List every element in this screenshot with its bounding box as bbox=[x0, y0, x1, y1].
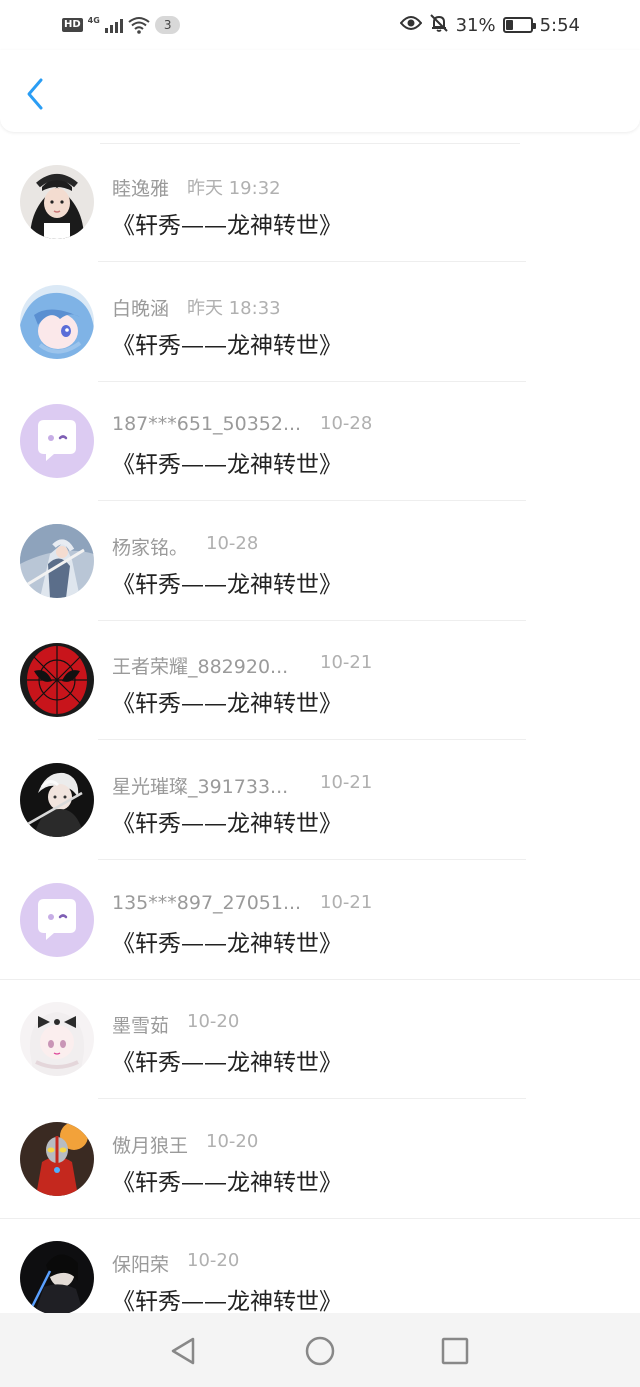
username: 傲月狼王 bbox=[112, 1135, 189, 1157]
username: 135***897_27051... bbox=[112, 892, 302, 914]
home-circle-icon bbox=[305, 1336, 335, 1366]
timestamp: 10-21 bbox=[320, 772, 373, 793]
avatar[interactable] bbox=[20, 1002, 94, 1076]
dark-figure-avatar bbox=[20, 1241, 94, 1313]
battery-icon bbox=[502, 17, 536, 33]
username: 保阳荣 bbox=[112, 1254, 170, 1276]
username: 墨雪茹 bbox=[112, 1015, 170, 1037]
item-meta: 白晚涵 昨天 18:33 bbox=[112, 294, 281, 320]
avatar[interactable] bbox=[20, 763, 94, 837]
spiderman-avatar bbox=[20, 643, 94, 717]
nav-back-button[interactable] bbox=[165, 1333, 201, 1369]
nav-recents-button[interactable] bbox=[437, 1333, 473, 1369]
item-meta: 墨雪茹 10-20 bbox=[112, 1011, 239, 1037]
message-text: 《轩秀——龙神转世》 bbox=[112, 1289, 342, 1313]
message-text: 《轩秀——龙神转世》 bbox=[112, 452, 342, 478]
avatar[interactable] bbox=[20, 285, 94, 359]
message-text: 《轩秀——龙神转世》 bbox=[112, 691, 342, 717]
list-item[interactable]: 傲月狼王 10-20 《轩秀——龙神转世》 bbox=[0, 1100, 640, 1219]
item-meta: 傲月狼王 10-20 bbox=[112, 1131, 258, 1157]
item-meta: 杨家铭。 10-28 bbox=[112, 533, 258, 559]
timestamp: 10-20 bbox=[206, 1131, 259, 1152]
divider bbox=[98, 859, 526, 860]
default-chat-avatar bbox=[20, 883, 94, 957]
clock: 5:54 bbox=[539, 14, 580, 36]
recents-square-icon bbox=[441, 1337, 469, 1365]
timestamp: 10-21 bbox=[320, 652, 373, 673]
timestamp: 10-28 bbox=[320, 413, 373, 434]
nav-home-button[interactable] bbox=[302, 1333, 338, 1369]
item-meta: 187***651_50352... 10-28 bbox=[112, 413, 372, 437]
girl-photo-avatar bbox=[20, 165, 94, 239]
header-bar bbox=[0, 50, 640, 132]
item-meta: 保阳荣 10-20 bbox=[112, 1250, 239, 1276]
avatar[interactable] bbox=[20, 165, 94, 239]
message-text: 《轩秀——龙神转世》 bbox=[112, 213, 342, 239]
message-text: 《轩秀——龙神转世》 bbox=[112, 1170, 342, 1196]
anime-girl-bow-avatar bbox=[20, 1002, 94, 1076]
anime-blue-hair-avatar bbox=[20, 285, 94, 359]
list-item[interactable]: 杨家铭。 10-28 《轩秀——龙神转世》 bbox=[0, 502, 640, 621]
list-item[interactable]: 星光璀璨_391733... 10-21 《轩秀——龙神转世》 bbox=[0, 741, 640, 860]
list-item[interactable]: 保阳荣 10-20 《轩秀——龙神转世》 bbox=[0, 1219, 640, 1313]
network-type: 4G bbox=[87, 16, 100, 25]
status-left: HD 4G 3 bbox=[62, 13, 181, 37]
timestamp: 10-21 bbox=[320, 892, 373, 913]
eye-icon bbox=[399, 15, 422, 36]
default-chat-avatar bbox=[20, 404, 94, 478]
username: 187***651_50352... bbox=[112, 413, 302, 435]
username: 王者荣耀_882920... bbox=[112, 656, 289, 678]
wifi-icon bbox=[128, 16, 150, 34]
list-item[interactable]: 墨雪茹 10-20 《轩秀——龙神转世》 bbox=[0, 980, 640, 1099]
divider bbox=[98, 500, 526, 501]
bell-off-icon bbox=[429, 13, 449, 38]
divider bbox=[98, 261, 526, 262]
timestamp: 10-28 bbox=[206, 533, 259, 554]
username: 杨家铭。 bbox=[112, 537, 189, 559]
avatar[interactable] bbox=[20, 524, 94, 598]
hd-badge: HD bbox=[62, 18, 83, 32]
avatar[interactable] bbox=[20, 643, 94, 717]
anime-white-hair-avatar bbox=[20, 763, 94, 837]
avatar[interactable] bbox=[20, 1122, 94, 1196]
message-text: 《轩秀——龙神转世》 bbox=[112, 572, 342, 598]
list-item[interactable]: 187***651_50352... 10-28 《轩秀——龙神转世》 bbox=[0, 382, 640, 501]
ultraman-avatar bbox=[20, 1122, 94, 1196]
item-meta: 135***897_27051... 10-21 bbox=[112, 892, 372, 916]
status-bar: HD 4G 3 31% 5:54 bbox=[0, 0, 640, 50]
back-triangle-icon bbox=[171, 1337, 195, 1365]
status-right: 31% 5:54 bbox=[399, 11, 580, 39]
list-item[interactable]: 白晚涵 昨天 18:33 《轩秀——龙神转世》 bbox=[0, 263, 640, 382]
timestamp: 10-20 bbox=[187, 1011, 240, 1032]
divider bbox=[98, 1098, 526, 1099]
timestamp: 10-20 bbox=[187, 1250, 240, 1271]
notification-count: 3 bbox=[154, 16, 181, 34]
avatar[interactable] bbox=[20, 883, 94, 957]
item-meta: 星光璀璨_391733... 10-21 bbox=[112, 772, 372, 798]
message-text: 《轩秀——龙神转世》 bbox=[112, 811, 342, 837]
message-list[interactable]: 睦逸雅 昨天 19:32 《轩秀——龙神转世》 白晚涵 昨天 18:33 《轩秀——龙神… bbox=[0, 143, 640, 1313]
message-text: 《轩秀——龙神转世》 bbox=[112, 1050, 342, 1076]
battery-percent: 31% bbox=[455, 14, 496, 36]
divider bbox=[98, 739, 526, 740]
username: 星光璀璨_391733... bbox=[112, 776, 289, 798]
item-meta: 睦逸雅 昨天 19:32 bbox=[112, 174, 281, 200]
avatar[interactable] bbox=[20, 1241, 94, 1313]
message-text: 《轩秀——龙神转世》 bbox=[112, 333, 342, 359]
message-text: 《轩秀——龙神转世》 bbox=[112, 931, 342, 957]
timestamp: 昨天 19:32 bbox=[187, 178, 281, 199]
username: 白晚涵 bbox=[112, 298, 170, 320]
back-button[interactable] bbox=[18, 74, 52, 114]
list-item[interactable]: 王者荣耀_882920... 10-21 《轩秀——龙神转世》 bbox=[0, 621, 640, 740]
anime-knight-avatar bbox=[20, 524, 94, 598]
chevron-left-icon bbox=[27, 78, 43, 110]
timestamp: 昨天 18:33 bbox=[187, 298, 281, 319]
item-meta: 王者荣耀_882920... 10-21 bbox=[112, 652, 372, 678]
list-item[interactable]: 135***897_27051... 10-21 《轩秀——龙神转世》 bbox=[0, 861, 640, 980]
system-nav-bar bbox=[0, 1313, 640, 1387]
signal-icon bbox=[104, 17, 123, 33]
list-item[interactable]: 睦逸雅 昨天 19:32 《轩秀——龙神转世》 bbox=[0, 143, 640, 262]
username: 睦逸雅 bbox=[112, 178, 170, 200]
avatar[interactable] bbox=[20, 404, 94, 478]
